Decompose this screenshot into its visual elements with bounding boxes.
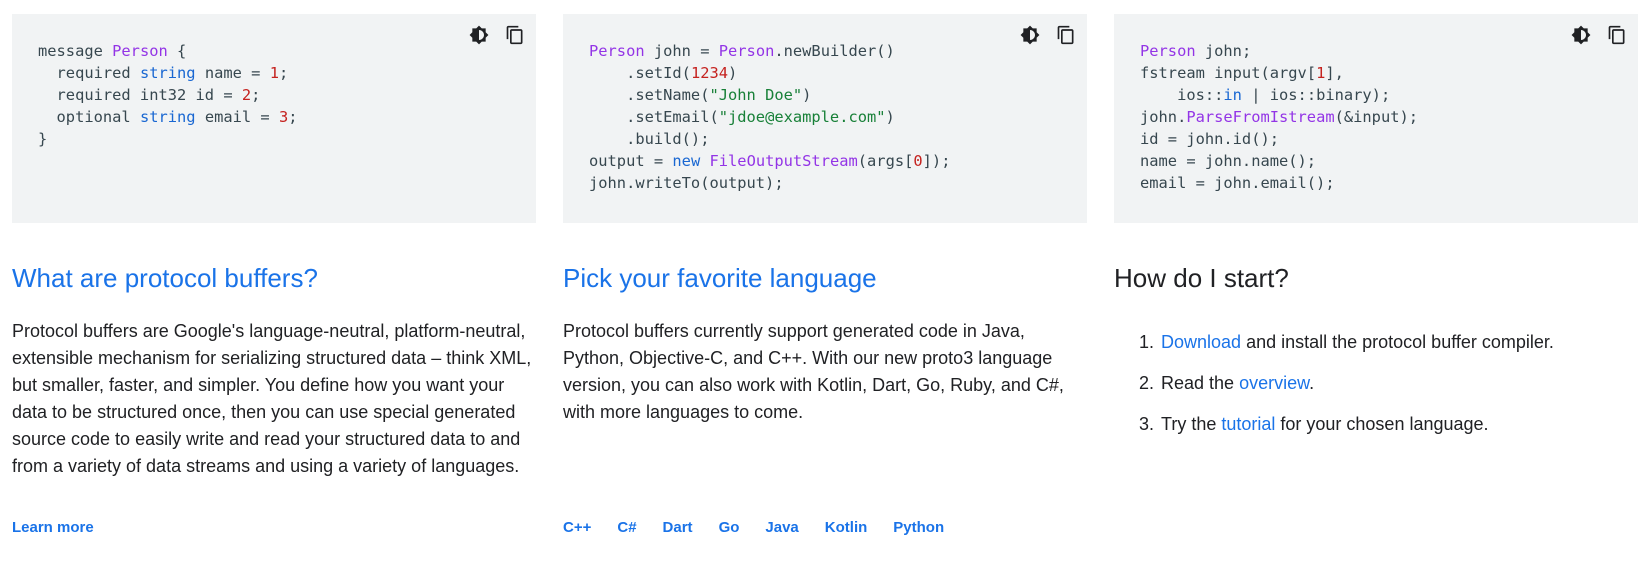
code-token: ; — [251, 86, 261, 104]
code-token: Person — [112, 42, 168, 60]
code-token: fstream input(argv[ — [1140, 64, 1317, 82]
code-token: .build(); — [589, 130, 710, 148]
code-toolbar — [1568, 22, 1630, 48]
code-token: ) — [885, 108, 895, 126]
section-description: Protocol buffers currently support gener… — [563, 321, 1064, 422]
code-token: email = john.email(); — [1140, 174, 1335, 192]
section-heading-how-to-start: How do I start? — [1114, 263, 1289, 293]
code-token: 3 — [278, 108, 289, 126]
copy-icon[interactable] — [1604, 22, 1630, 48]
code-token: required int32 id = — [38, 86, 242, 104]
language-link-java[interactable]: Java — [765, 519, 798, 536]
code-toolbar — [1017, 22, 1079, 48]
code-token: "jdoe@example.com" — [718, 108, 886, 126]
code-token: john = — [644, 42, 719, 60]
copy-icon[interactable] — [502, 22, 528, 48]
code-token: name = — [195, 64, 270, 82]
language-link-kotlin[interactable]: Kotlin — [825, 519, 868, 536]
code-token: required — [38, 64, 140, 82]
code-token: optional — [38, 108, 140, 126]
language-link-csharp[interactable]: C# — [617, 519, 636, 536]
code-token: john.writeTo(output); — [589, 174, 784, 192]
list-item: Download and install the protocol buffer… — [1159, 329, 1638, 356]
code-token: 2 — [241, 86, 252, 104]
language-link-dart[interactable]: Dart — [663, 519, 693, 536]
language-links: C++ C# Dart Go Java Kotlin Python — [563, 519, 970, 536]
code-token: ) — [802, 86, 812, 104]
code-token: ) — [728, 64, 738, 82]
column-what-are-protobufs: message Person { required string name = … — [12, 14, 536, 480]
code-sample-java: Person john = Person.newBuilder() .setId… — [563, 14, 1087, 223]
code-sample-proto-definition: message Person { required string name = … — [12, 14, 536, 223]
section-heading-favorite-language[interactable]: Pick your favorite language — [563, 261, 1087, 295]
code-token: id = john.id(); — [1140, 130, 1279, 148]
code-token: ; — [288, 108, 298, 126]
code-token: (&input); — [1334, 108, 1419, 126]
code-token: 1 — [269, 64, 279, 82]
theme-toggle-icon[interactable] — [1568, 22, 1594, 48]
code-token: ios:: — [1140, 86, 1224, 104]
code-token: new — [672, 152, 701, 170]
code-token: (args[ — [857, 152, 914, 170]
code-token: } — [38, 130, 48, 148]
list-item: Read the overview. — [1159, 370, 1638, 397]
language-link-go[interactable]: Go — [719, 519, 740, 536]
code-sample-cpp: Person john; fstream input(argv[1], ios:… — [1114, 14, 1638, 223]
code-toolbar — [466, 22, 528, 48]
column-favorite-language: Person john = Person.newBuilder() .setId… — [563, 14, 1087, 426]
code-token: message — [38, 42, 113, 60]
code-token: john. — [1140, 108, 1187, 126]
code-token: ParseFromIstream — [1186, 108, 1335, 126]
code-token: 0 — [913, 152, 923, 170]
code-token: .setId( — [589, 64, 691, 82]
code-token: john; — [1195, 42, 1252, 60]
code-token: | ios::binary); — [1241, 86, 1391, 104]
theme-toggle-icon[interactable] — [466, 22, 492, 48]
code-token: name = john.name(); — [1140, 152, 1317, 170]
copy-icon[interactable] — [1053, 22, 1079, 48]
column-how-to-start: Person john; fstream input(argv[1], ios:… — [1114, 14, 1638, 452]
theme-toggle-icon[interactable] — [1017, 22, 1043, 48]
code-token: string — [139, 64, 196, 82]
code-token: .newBuilder() — [774, 42, 895, 60]
code-token: FileOutputStream — [709, 152, 858, 170]
code-token: ], — [1325, 64, 1344, 82]
code-token: ]); — [922, 152, 951, 170]
code-token: Person — [718, 42, 775, 60]
language-link-cpp[interactable]: C++ — [563, 519, 591, 536]
list-item: Try the tutorial for your chosen languag… — [1159, 411, 1638, 438]
section-description: Protocol buffers are Google's language-n… — [12, 321, 532, 476]
code-token: 1234 — [690, 64, 729, 82]
code-token: 1 — [1316, 64, 1326, 82]
code-token: email = — [195, 108, 279, 126]
learn-more-link[interactable]: Learn more — [12, 519, 94, 536]
code-token: ; — [278, 64, 289, 82]
code-token: .setName( — [589, 86, 710, 104]
section-heading-what-are-protobufs[interactable]: What are protocol buffers? — [12, 261, 536, 295]
code-block: Person john = Person.newBuilder() .setId… — [589, 40, 1061, 194]
code-token: Person — [589, 42, 645, 60]
code-token: Person — [1140, 42, 1196, 60]
code-block: message Person { required string name = … — [38, 40, 510, 150]
code-block: Person john; fstream input(argv[1], ios:… — [1140, 40, 1612, 194]
code-token: output = — [589, 152, 673, 170]
language-link-python[interactable]: Python — [893, 519, 944, 536]
download-link[interactable]: Download — [1161, 332, 1241, 352]
start-steps-list: Download and install the protocol buffer… — [1114, 329, 1638, 438]
code-token: string — [139, 108, 196, 126]
code-token: in — [1223, 86, 1242, 104]
code-token: .setEmail( — [589, 108, 719, 126]
code-token: "John Doe" — [709, 86, 803, 104]
code-token: { — [167, 42, 187, 60]
overview-link[interactable]: overview — [1239, 373, 1309, 393]
tutorial-link[interactable]: tutorial — [1221, 414, 1275, 434]
